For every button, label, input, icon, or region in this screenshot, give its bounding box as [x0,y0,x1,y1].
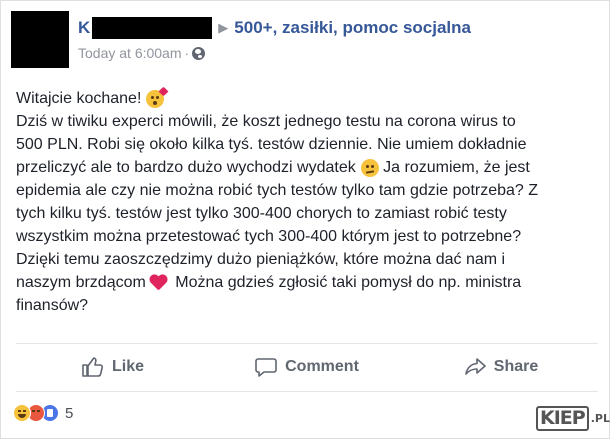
post-line: naszym brzdącom Można gdzieś zgłosić tak… [16,271,596,294]
post-meta: Today at 6:00am · [78,45,206,61]
post-text: naszym brzdącom [16,274,146,291]
post-line: Dzięki temu zaoszczędzimy dużo pieniążkó… [16,248,596,271]
comment-icon [255,358,277,377]
avatar[interactable] [11,11,69,68]
heart-emoji-icon [149,275,167,291]
post-text: Dziś w tiwiku experci mówili, że koszt j… [16,113,516,130]
post-text: 500 PLN. Robi się około kilka tyś. testó… [16,136,527,153]
post-line: tych kilku tyś. testów jest tylko 300-40… [16,202,596,225]
author-name[interactable]: K [78,18,90,38]
watermark-suffix: .PL [590,412,610,425]
divider [16,391,598,392]
reaction-count: 5 [65,404,74,422]
watermark-brand: KIEP [536,406,589,431]
thumbs-up-icon [82,357,104,377]
confused-emoji-icon [360,158,379,177]
post-card: K ▶ 500+, zasiłki, pomoc socjalna Today … [0,0,610,439]
separator-dot: · [184,45,190,61]
divider [16,343,598,344]
comment-label: Comment [285,358,359,375]
post-line: Dziś w tiwiku experci mówili, że koszt j… [16,110,596,133]
post-line: Witajcie kochane! [16,86,596,110]
post-header: K ▶ 500+, zasiłki, pomoc socjalna [78,17,471,39]
arrow-right-icon: ▶ [218,20,229,35]
action-bar: Like Comment Share [16,345,598,389]
like-label: Like [111,358,144,375]
globe-icon[interactable] [192,46,206,60]
post-text: Dzięki temu zaoszczędzimy dużo pieniążkó… [16,251,506,268]
post-text: finansów? [16,297,89,314]
group-name[interactable]: 500+, zasiłki, pomoc socjalna [234,18,471,38]
post-line: finansów? [16,294,596,317]
haha-icon [13,404,31,422]
post-text: Można gdzieś zgłosić taki pomysł do np. … [170,274,522,291]
post-text: tych kilku tyś. testów jest tylko 300-40… [16,205,507,222]
post-line: epidemia ale czy nie można robić tych te… [16,179,596,202]
timestamp[interactable]: Today at 6:00am [78,45,182,61]
kiep-watermark-logo: KIEP .PL [536,405,610,432]
share-button[interactable]: Share [404,345,598,389]
redacted-name-block [92,17,213,39]
post-text: wszystkim można przetestować tych 300-40… [16,228,522,245]
like-button[interactable]: Like [16,345,210,389]
post-line: przeliczyć ale to bardzo dużo wychodzi w… [16,156,596,179]
kiss-emoji-icon [146,86,169,108]
post-line: 500 PLN. Robi się około kilka tyś. testó… [16,133,596,156]
post-text: przeliczyć ale to bardzo dużo wychodzi w… [16,159,356,176]
post-text: epidemia ale czy nie można robić tych te… [16,182,539,199]
post-text: Ja rozumiem, że jest [378,159,530,176]
post-body: Witajcie kochane! Dziś w tiwiku experci … [16,86,596,317]
share-icon [464,358,486,375]
post-text: Witajcie kochane! [16,90,142,107]
share-label: Share [493,358,539,375]
post-line: wszystkim można przetestować tych 300-40… [16,225,596,248]
comment-button[interactable]: Comment [210,345,404,389]
reactions-summary[interactable]: 5 [13,404,73,422]
